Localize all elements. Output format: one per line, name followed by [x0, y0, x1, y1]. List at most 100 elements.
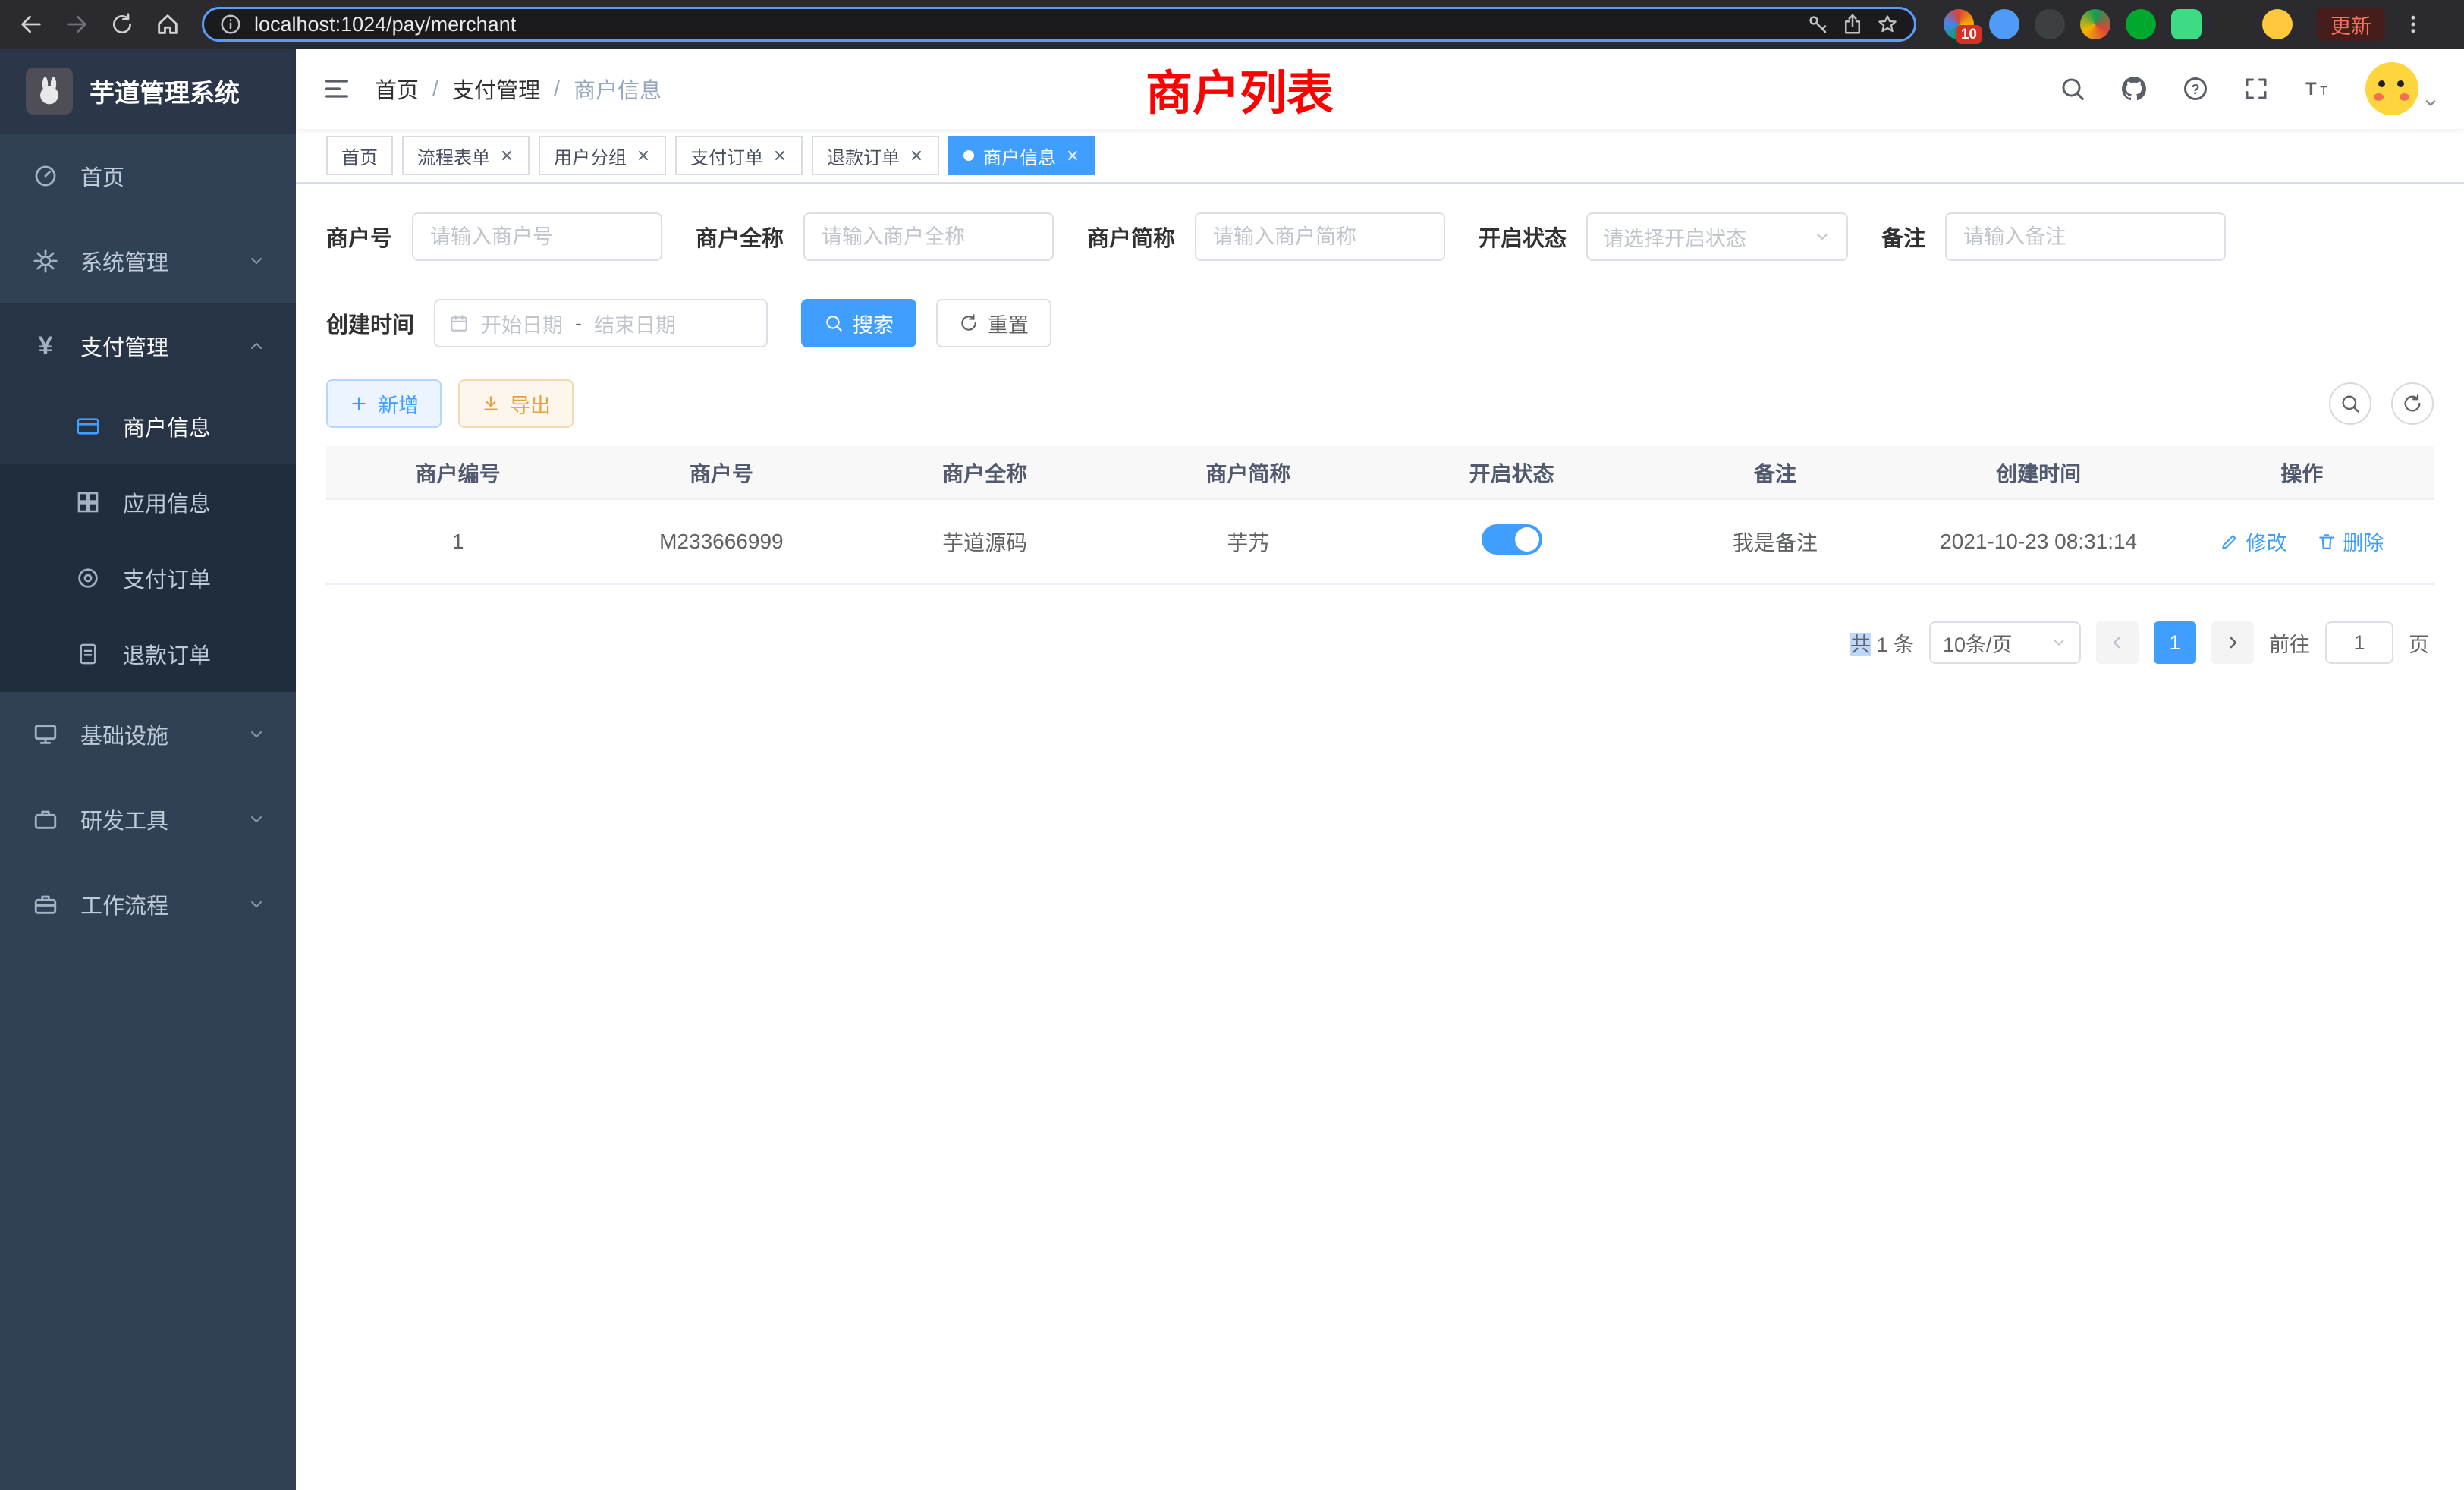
github-icon[interactable]: [2120, 74, 2148, 103]
hamburger-icon[interactable]: [322, 74, 352, 104]
goto-page-input[interactable]: [2325, 621, 2393, 664]
short-name-input[interactable]: [1195, 212, 1445, 261]
col-short-name: 商户简称: [1117, 446, 1380, 499]
tab-pay-order[interactable]: 支付订单: [675, 136, 803, 175]
tab-close-icon[interactable]: [772, 148, 787, 163]
cell-status: [1380, 499, 1643, 584]
search-button[interactable]: 搜索: [801, 299, 916, 347]
sidebar-item-label: 首页: [80, 160, 124, 192]
export-button[interactable]: 导出: [458, 379, 574, 428]
tab-user-group[interactable]: 用户分组: [539, 136, 666, 175]
total-prefix: 共: [1850, 633, 1871, 656]
sidebar-item-refund-order[interactable]: 退款订单: [0, 616, 296, 692]
next-page-button[interactable]: [2211, 621, 2254, 664]
bookmark-star-icon[interactable]: [1876, 13, 1899, 36]
status-toggle[interactable]: [1482, 524, 1542, 555]
tab-refund-order[interactable]: 退款订单: [812, 136, 939, 175]
date-range-separator: -: [575, 312, 582, 335]
extension-icon-1[interactable]: 10: [1944, 9, 1974, 39]
reload-icon[interactable]: [105, 7, 140, 42]
fullscreen-icon[interactable]: [2242, 75, 2270, 102]
address-bar[interactable]: localhost:1024/pay/merchant: [202, 7, 1916, 42]
forward-icon[interactable]: [59, 7, 94, 42]
merchant-table: 商户编号 商户号 商户全称 商户简称 开启状态 备注 创建时间 操作 1 M23…: [326, 446, 2434, 585]
extension-icon-8[interactable]: [2262, 9, 2293, 39]
avatar-caret-icon: [2423, 96, 2438, 111]
sidebar-item-devtools[interactable]: 研发工具: [0, 777, 296, 862]
sidebar-item-infrastructure[interactable]: 基础设施: [0, 692, 296, 777]
reset-button-label: 重置: [988, 309, 1029, 338]
delete-link[interactable]: 删除: [2317, 527, 2384, 556]
edit-link[interactable]: 修改: [2220, 527, 2286, 556]
tab-label: 支付订单: [690, 143, 763, 169]
toggle-search-icon[interactable]: [2329, 382, 2371, 425]
user-menu[interactable]: [2365, 62, 2438, 115]
svg-text:?: ?: [2192, 82, 2200, 97]
app-title: 芋道管理系统: [90, 73, 240, 109]
help-icon[interactable]: ?: [2182, 75, 2209, 102]
col-status: 开启状态: [1380, 446, 1643, 499]
breadcrumb-payment[interactable]: 支付管理: [452, 73, 540, 105]
svg-text:T: T: [2320, 85, 2327, 98]
merchant-no-input[interactable]: [412, 212, 662, 261]
browser-update-button[interactable]: 更新: [2317, 8, 2385, 41]
page-size-select[interactable]: 10条/页: [1929, 621, 2081, 664]
tab-close-icon[interactable]: [499, 148, 514, 163]
extension-icon-6[interactable]: [2171, 9, 2202, 39]
tab-active-dot: [963, 150, 974, 161]
breadcrumb: 首页 / 支付管理 / 商户信息: [375, 73, 662, 105]
tab-close-icon[interactable]: [1065, 148, 1080, 163]
home-icon[interactable]: [150, 7, 185, 42]
create-time-range-picker[interactable]: 开始日期 - 结束日期: [434, 299, 768, 347]
sidebar-item-payment[interactable]: ¥ 支付管理: [0, 303, 296, 388]
page-number-button[interactable]: 1: [2154, 621, 2196, 664]
end-date-placeholder: 结束日期: [594, 309, 676, 338]
tab-label: 流程表单: [417, 143, 490, 169]
search-icon[interactable]: [2059, 75, 2086, 102]
extension-icon-5[interactable]: [2126, 9, 2156, 39]
total-count: 1: [1876, 633, 1887, 656]
chevron-down-icon: [1813, 228, 1831, 246]
grid-icon: [73, 490, 103, 514]
extension-icon-4[interactable]: [2080, 9, 2110, 39]
sidebar-menu: 首页 系统管理 ¥ 支付管理: [0, 134, 296, 947]
tab-process-form[interactable]: 流程表单: [402, 136, 530, 175]
refresh-table-icon[interactable]: [2391, 382, 2434, 425]
app-logo[interactable]: 芋道管理系统: [0, 49, 296, 134]
tab-home[interactable]: 首页: [326, 136, 393, 175]
total-suffix: 条: [1894, 633, 1914, 656]
site-info-icon[interactable]: [219, 13, 242, 36]
breadcrumb-home[interactable]: 首页: [375, 73, 419, 105]
extension-icon-3[interactable]: [2035, 9, 2065, 39]
browser-menu-icon[interactable]: [2396, 7, 2431, 42]
sidebar-item-workflow[interactable]: 工作流程: [0, 862, 296, 947]
tab-merchant-info[interactable]: 商户信息: [948, 136, 1095, 175]
sidebar-item-pay-order[interactable]: 支付订单: [0, 540, 296, 616]
full-name-input[interactable]: [803, 212, 1054, 261]
extension-icon-7[interactable]: [2217, 9, 2247, 39]
add-button[interactable]: 新增: [326, 379, 442, 428]
user-avatar[interactable]: [2365, 62, 2418, 115]
password-key-icon[interactable]: [1806, 13, 1829, 36]
extension-icon-2[interactable]: [1989, 9, 2019, 39]
sidebar-item-merchant-info[interactable]: 商户信息: [0, 388, 296, 464]
sidebar-item-app-info[interactable]: 应用信息: [0, 464, 296, 540]
prev-page-button[interactable]: [2096, 621, 2139, 664]
col-actions: 操作: [2170, 446, 2434, 499]
document-icon: [73, 642, 103, 666]
cell-full-name: 芋道源码: [853, 499, 1117, 584]
tab-close-icon[interactable]: [636, 148, 651, 163]
remark-input[interactable]: [1945, 212, 2226, 261]
cell-actions: 修改 删除: [2170, 499, 2434, 584]
sidebar-item-home[interactable]: 首页: [0, 134, 296, 218]
status-select[interactable]: 请选择开启状态: [1586, 212, 1848, 261]
reset-button[interactable]: 重置: [936, 299, 1051, 347]
short-name-label: 商户简称: [1087, 221, 1175, 253]
credit-card-icon: [73, 414, 103, 439]
font-size-icon[interactable]: TT: [2303, 74, 2332, 103]
sidebar-item-system[interactable]: 系统管理: [0, 218, 296, 303]
cell-merchant-no: M233666999: [589, 499, 853, 584]
share-icon[interactable]: [1841, 13, 1864, 36]
tab-close-icon[interactable]: [909, 148, 924, 163]
back-icon[interactable]: [14, 7, 49, 42]
